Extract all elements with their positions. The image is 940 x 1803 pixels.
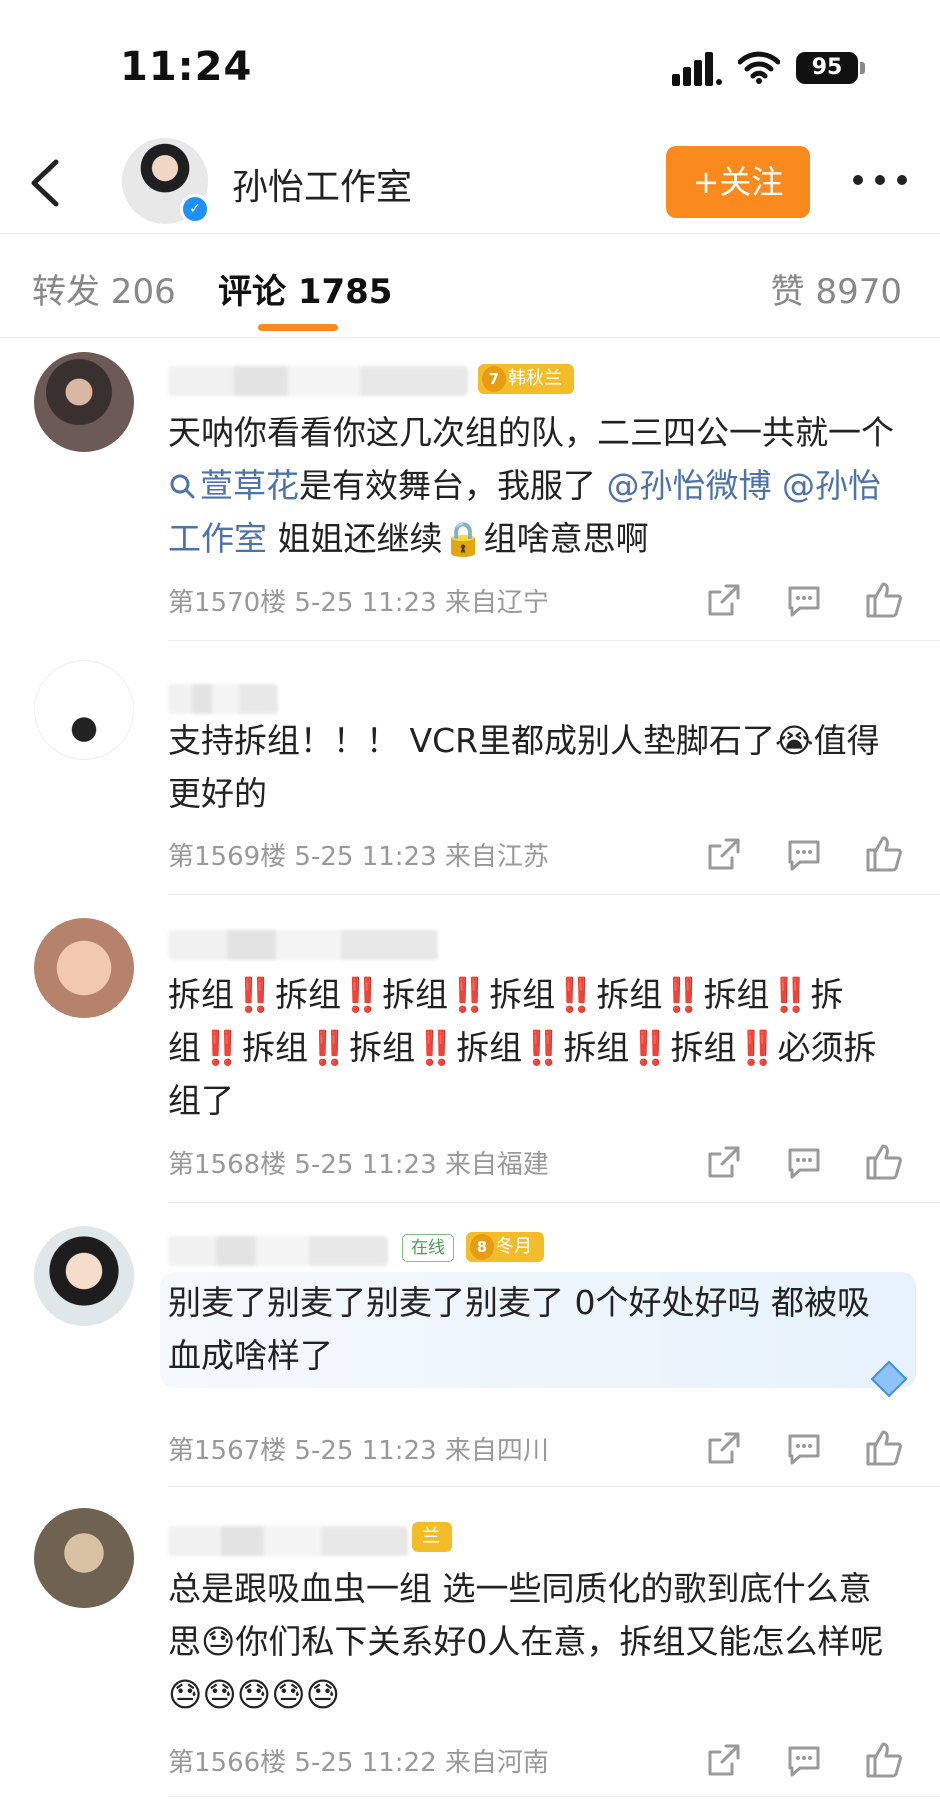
commenter-name-blurred[interactable] [168,366,468,396]
commenter-avatar[interactable] [34,660,134,760]
fan-level-badge: 8 冬月 [466,1232,544,1262]
comment-actions [704,1740,904,1780]
like-thumb-icon[interactable] [864,1142,904,1182]
share-icon[interactable] [704,580,744,620]
like-thumb-icon[interactable] [864,834,904,874]
follow-button[interactable]: +关注 [666,146,810,218]
comment-meta: 第1566楼 5-25 11:22 来自河南 [168,1748,549,1778]
comment-actions [704,1142,904,1182]
hashtag-text: 萱草花 [200,466,299,505]
badge-level: 7 [482,366,506,392]
commenter-name-blurred[interactable] [168,1526,408,1556]
comment-text: 支持拆组！！！ VCR里都成别人垫脚石了😭值得更好的 [168,714,904,820]
commenter-name-blurred[interactable] [168,684,278,714]
share-icon[interactable] [704,1428,744,1468]
fan-level-badge: 7 韩秋兰 [478,364,574,394]
comment-icon[interactable] [784,1428,824,1468]
commenter-name-blurred[interactable] [168,1236,388,1266]
comment-actions [704,834,904,874]
online-status-badge: 在线 [402,1234,454,1262]
tab-comments[interactable]: 评论 1785 [218,264,392,313]
hashtag-search-link[interactable]: 萱草花 [168,466,299,505]
share-icon[interactable] [704,1142,744,1182]
comment-meta: 第1567楼 5-25 11:23 来自四川 [168,1436,549,1466]
comment-meta: 第1570楼 5-25 11:23 来自辽宁 [168,588,549,618]
wifi-icon [738,51,780,84]
comment-actions [704,580,904,620]
text-segment: 总是跟吸血虫一组 选一些同质化的歌到底什么意思😓你们私下关系好0人在意，拆组又能… [168,1569,884,1714]
comment-text: 天呐你看看你这几次组的队，二三四公一共就一个萱草花是有效舞台，我服了 @孙怡微博… [168,406,904,565]
comment-text: 拆组‼️拆组‼️拆组‼️拆组‼️拆组‼️拆组‼️拆组‼️拆组‼️拆组‼️拆组‼️… [168,968,904,1127]
text-segment: 姐姐还继续🔒组啥意思啊 [267,519,649,558]
share-icon[interactable] [704,834,744,874]
comment-divider [168,1202,940,1203]
comment-icon[interactable] [784,1740,824,1780]
comment-text: 总是跟吸血虫一组 选一些同质化的歌到底什么意思😓你们私下关系好0人在意，拆组又能… [168,1562,904,1721]
like-thumb-icon[interactable] [864,1428,904,1468]
text-segment: 别麦了别麦了别麦了别麦了 0个好处好吗 都被吸血成啥样了 [168,1283,870,1375]
like-thumb-icon[interactable] [864,1740,904,1780]
mention-link[interactable]: @孙怡微博 [607,466,772,505]
comment-meta: 第1568楼 5-25 11:23 来自福建 [168,1150,549,1180]
like-thumb-icon[interactable] [864,580,904,620]
back-chevron-icon[interactable] [26,158,66,208]
comment-meta: 第1569楼 5-25 11:23 来自江苏 [168,842,549,872]
comment-divider [168,1796,940,1797]
commenter-avatar[interactable] [34,352,134,452]
badge-label: 兰 [422,1526,440,1547]
badge-label: 冬月 [496,1236,532,1257]
comment-divider [168,1486,940,1487]
commenter-name-blurred[interactable] [168,930,438,960]
share-icon[interactable] [704,1740,744,1780]
comment-divider [168,640,940,641]
text-segment: 拆组‼️拆组‼️拆组‼️拆组‼️拆组‼️拆组‼️拆组‼️拆组‼️拆组‼️拆组‼️… [168,975,877,1120]
comment-icon[interactable] [784,1142,824,1182]
commenter-avatar[interactable] [34,1508,134,1608]
fan-level-badge: 兰 [412,1522,452,1552]
active-tab-indicator [258,324,338,331]
status-bar: 11:24 95 [0,0,940,130]
more-options-icon[interactable] [850,168,910,192]
commenter-avatar[interactable] [34,918,134,1018]
comment-text: 别麦了别麦了别麦了别麦了 0个好处好吗 都被吸血成啥样了 [168,1276,888,1382]
comment-actions [704,1428,904,1468]
search-icon [170,474,195,499]
text-segment: 天呐你看看你这几次组的队，二三四公一共就一个 [168,413,894,452]
post-tabs: 转发 206 评论 1785 赞 8970 [0,234,940,338]
text-segment: 支持拆组！！！ VCR里都成别人垫脚石了😭值得更好的 [168,721,880,813]
text-segment: 是有效舞台，我服了 [299,466,607,505]
comment-divider [168,894,940,895]
tab-likes[interactable]: 赞 8970 [771,264,902,313]
post-header: ✓ 孙怡工作室 +关注 [0,130,940,234]
tab-reposts[interactable]: 转发 206 [32,264,176,313]
comment-icon[interactable] [784,834,824,874]
battery-cap [860,62,865,74]
badge-label: 韩秋兰 [508,368,562,389]
commenter-avatar[interactable] [34,1226,134,1326]
cellular-signal-icon [672,52,722,86]
status-time: 11:24 [120,44,253,90]
account-name[interactable]: 孙怡工作室 [232,158,412,210]
battery-indicator: 95 [796,52,858,84]
verified-badge-icon: ✓ [180,194,210,224]
badge-level: 8 [470,1234,494,1260]
comment-icon[interactable] [784,580,824,620]
text-segment [772,466,783,505]
